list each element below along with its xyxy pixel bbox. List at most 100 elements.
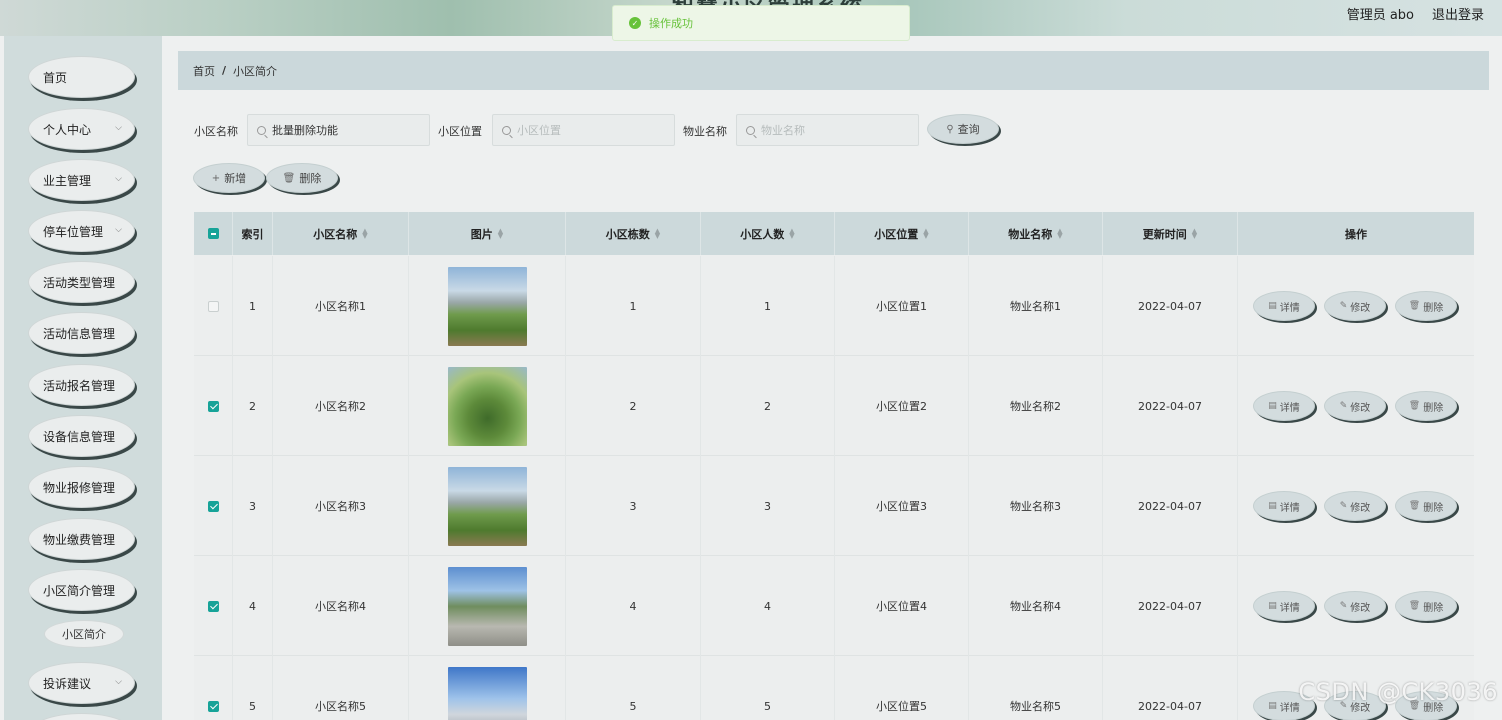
property-name-label: 物业名称: [683, 125, 727, 138]
sidebar-item-owner-management[interactable]: 业主管理 ⌵: [28, 159, 135, 201]
property-name-input[interactable]: [761, 123, 911, 137]
column-header-buildings[interactable]: 小区栋数 ▲ ▼: [566, 212, 701, 255]
sidebar-item-activity-type[interactable]: 活动类型管理: [28, 261, 135, 303]
row-updated: 2022-04-07: [1103, 656, 1238, 720]
column-header-label: 小区人数: [740, 227, 785, 241]
sidebar-item-complaints[interactable]: 投诉建议 ⌵: [28, 662, 135, 704]
breadcrumb-home[interactable]: 首页: [193, 63, 215, 79]
delete-label: 删除: [1423, 602, 1444, 614]
table-row: 1 小区名称1 1 1 小区位置1 物业名称1 2022-04-07 ▤ 详情 ✎…: [194, 256, 1474, 356]
row-community-name: 小区名称1: [273, 256, 409, 356]
row-actions: ▤ 详情 ✎ 修改 🗑 删除: [1238, 556, 1474, 656]
community-location-input[interactable]: [517, 123, 667, 137]
community-location-label: 小区位置: [438, 125, 482, 138]
document-icon: ▤: [1268, 401, 1277, 411]
detail-button[interactable]: ▤ 详情: [1253, 491, 1315, 521]
sidebar-subitem-community-intro[interactable]: 小区简介: [44, 620, 124, 648]
sidebar-item-label: 活动类型管理: [43, 275, 116, 290]
delete-button[interactable]: 🗑 删除: [1395, 291, 1457, 321]
row-checkbox[interactable]: [207, 700, 219, 712]
row-updated: 2022-04-07: [1103, 456, 1238, 556]
row-image-cell: [409, 256, 566, 356]
detail-label: 详情: [1279, 502, 1300, 514]
community-photo: [447, 366, 527, 446]
row-community-name: 小区名称3: [273, 456, 409, 556]
edit-button[interactable]: ✎ 修改: [1324, 391, 1386, 421]
row-property: 物业名称4: [969, 556, 1103, 656]
detail-label: 详情: [1279, 702, 1300, 714]
row-property: 物业名称3: [969, 456, 1103, 556]
row-checkbox[interactable]: [207, 500, 219, 512]
detail-label: 详情: [1279, 402, 1300, 414]
delete-button[interactable]: 🗑 删除: [1395, 491, 1457, 521]
row-people: 4: [701, 556, 835, 656]
pencil-icon: ✎: [1339, 301, 1348, 311]
community-location-field[interactable]: [492, 114, 675, 146]
edit-button[interactable]: ✎ 修改: [1324, 591, 1386, 621]
pencil-icon: ✎: [1339, 401, 1348, 411]
delete-button[interactable]: 🗑 删除: [1395, 591, 1457, 621]
detail-label: 详情: [1279, 602, 1300, 614]
trash-icon: 🗑: [1408, 301, 1421, 311]
sort-icon[interactable]: ▲ ▼: [789, 227, 794, 239]
sidebar-item-equipment[interactable]: 设备信息管理: [28, 415, 135, 457]
property-name-field[interactable]: [736, 114, 919, 146]
column-header-location[interactable]: 小区位置 ▲ ▼: [835, 212, 969, 255]
select-all-cell: [194, 212, 233, 255]
edit-label: 修改: [1350, 302, 1371, 314]
search-icon: [257, 125, 266, 135]
edit-button[interactable]: ✎ 修改: [1324, 291, 1386, 321]
sidebar-item-repair[interactable]: 物业报修管理: [28, 466, 135, 508]
detail-button[interactable]: ▤ 详情: [1253, 291, 1315, 321]
logout-link[interactable]: 退出登录: [1432, 4, 1484, 23]
sidebar-item-activity-signup[interactable]: 活动报名管理: [28, 364, 135, 406]
column-header-label: 小区栋数: [605, 227, 650, 241]
sort-icon[interactable]: ▲ ▼: [362, 227, 367, 239]
sidebar-item-more[interactable]: [28, 713, 135, 720]
sidebar-item-parking-management[interactable]: 停车位管理 ⌵: [28, 210, 135, 252]
sidebar-item-home[interactable]: 首页: [28, 56, 135, 98]
edit-button[interactable]: ✎ 修改: [1324, 491, 1386, 521]
detail-button[interactable]: ▤ 详情: [1253, 591, 1315, 621]
sidebar-item-personal-center[interactable]: 个人中心 ⌵: [28, 108, 135, 150]
column-header-name[interactable]: 小区名称 ▲ ▼: [273, 212, 409, 255]
add-button[interactable]: + 新增: [193, 163, 265, 193]
select-all-checkbox[interactable]: [207, 228, 219, 239]
sidebar-item-activity-info[interactable]: 活动信息管理: [28, 312, 135, 354]
row-checkbox[interactable]: [207, 300, 219, 312]
community-photo: [447, 466, 527, 546]
sort-icon[interactable]: ▲ ▼: [1192, 227, 1197, 239]
sort-icon[interactable]: ▲ ▼: [498, 227, 503, 239]
chevron-down-icon: ⌵: [115, 225, 122, 235]
column-header-property[interactable]: 物业名称 ▲ ▼: [969, 212, 1103, 255]
column-header-updated[interactable]: 更新时间 ▲ ▼: [1103, 212, 1238, 255]
column-header-image[interactable]: 图片 ▲ ▼: [409, 212, 566, 255]
row-index: 4: [233, 556, 273, 656]
sidebar-item-payment[interactable]: 物业缴费管理: [28, 518, 135, 560]
sidebar-item-label: 停车位管理: [43, 224, 104, 239]
row-checkbox[interactable]: [207, 400, 219, 412]
row-people: 1: [701, 256, 835, 356]
query-button[interactable]: ⚲ 查询: [927, 114, 999, 144]
batch-delete-button[interactable]: 🗑 删除: [266, 163, 338, 193]
row-index: 5: [233, 656, 273, 720]
chevron-down-icon: ⌵: [115, 123, 122, 133]
detail-button[interactable]: ▤ 详情: [1253, 391, 1315, 421]
sidebar-item-label: 物业缴费管理: [43, 532, 116, 547]
community-table: 索引 小区名称 ▲ ▼ 图片 ▲ ▼ 小区栋数 ▲ ▼ 小区人数 ▲ ▼ 小区位置 ▲ ▼ 物业名称…: [194, 212, 1474, 720]
trash-icon: 🗑: [282, 172, 296, 184]
sidebar-item-label: 个人中心: [43, 122, 92, 137]
community-name-field[interactable]: [247, 114, 430, 146]
row-image-cell: [409, 656, 566, 720]
community-name-input[interactable]: [272, 123, 422, 137]
sidebar-item-community-intro[interactable]: 小区简介管理: [28, 569, 135, 611]
column-header-people[interactable]: 小区人数 ▲ ▼: [701, 212, 835, 255]
delete-label: 删除: [1423, 302, 1444, 314]
row-checkbox[interactable]: [207, 600, 219, 612]
sort-icon[interactable]: ▲ ▼: [923, 227, 928, 239]
query-label: 查询: [957, 123, 980, 136]
delete-button[interactable]: 🗑 删除: [1395, 391, 1457, 421]
sort-icon[interactable]: ▲ ▼: [655, 227, 660, 239]
column-header-label: 小区名称: [313, 227, 358, 241]
sort-icon[interactable]: ▲ ▼: [1057, 227, 1062, 239]
